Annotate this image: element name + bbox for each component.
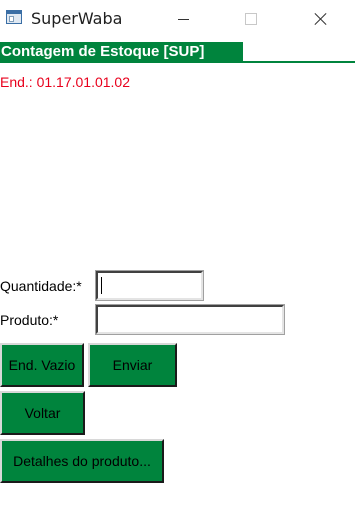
minimize-icon <box>177 18 189 20</box>
back-button[interactable]: Voltar <box>0 391 85 435</box>
send-button[interactable]: Enviar <box>88 343 177 387</box>
address-label: End.: 01.17.01.01.02 <box>0 74 130 90</box>
page-title: Contagem de Estoque [SUP] <box>0 42 243 62</box>
empty-address-button[interactable]: End. Vazio <box>0 343 84 387</box>
text-caret <box>101 277 102 294</box>
minimize-button[interactable] <box>160 0 206 38</box>
maximize-button[interactable] <box>228 0 274 38</box>
quantity-field[interactable] <box>95 270 204 301</box>
close-icon <box>314 12 328 26</box>
product-field[interactable] <box>95 304 285 335</box>
close-button[interactable] <box>298 0 344 38</box>
window-title: SuperWaba <box>31 9 123 28</box>
app-window-icon <box>6 10 22 24</box>
header-divider <box>0 61 355 63</box>
product-details-button[interactable]: Detalhes do produto... <box>0 439 164 483</box>
quantity-label: Quantidade:* <box>0 278 82 294</box>
window-titlebar: SuperWaba <box>0 0 355 38</box>
product-label: Produto:* <box>0 312 59 328</box>
maximize-icon <box>245 13 257 25</box>
